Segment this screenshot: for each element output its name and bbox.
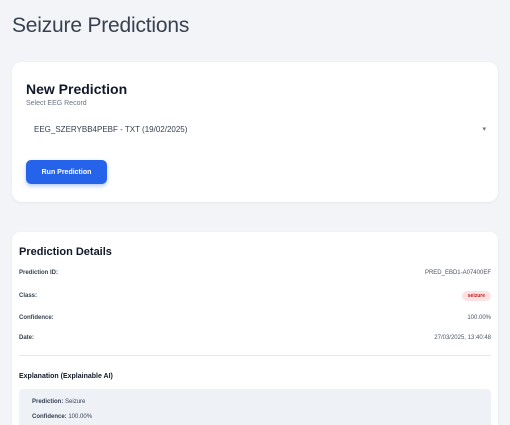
detail-label: Date:	[19, 335, 35, 341]
class-status-badge: seizure	[461, 291, 491, 301]
explanation-prediction-value: Seizure	[65, 399, 86, 405]
new-prediction-card: New Prediction Select EEG Record EEG_SZE…	[12, 62, 498, 202]
detail-row-prediction-id: Prediction ID: PRED_EBD1-A07400EF	[19, 266, 491, 280]
detail-row-confidence: Confidence: 100.00%	[19, 311, 491, 325]
explanation-confidence-value: 100.00%	[68, 414, 93, 420]
run-prediction-button[interactable]: Run Prediction	[26, 160, 107, 184]
detail-row-class: Class: seizure	[19, 289, 491, 303]
prediction-details-card: Prediction Details Prediction ID: PRED_E…	[12, 232, 498, 425]
eeg-record-select-value: EEG_SZERYBB4PEBF - TXT (19/02/2025)	[34, 124, 188, 134]
explanation-prediction-label: Prediction:	[32, 399, 64, 405]
explanation-confidence-label: Confidence:	[32, 414, 67, 420]
detail-label: Confidence:	[19, 315, 54, 321]
date-value: 27/03/2025, 13:40:48	[434, 335, 491, 341]
confidence-value: 100.00%	[467, 315, 491, 321]
new-prediction-heading: New Prediction	[26, 81, 128, 97]
explanation-heading: Explanation (Explainable AI)	[19, 373, 113, 380]
detail-label: Class:	[19, 293, 38, 299]
explanation-panel: Prediction: Seizure Confidence: 100.00%	[19, 389, 491, 425]
detail-row-date: Date: 27/03/2025, 13:40:48	[19, 331, 491, 345]
prediction-id-value: PRED_EBD1-A07400EF	[424, 270, 491, 276]
eeg-record-select-label: Select EEG Record	[26, 100, 87, 107]
detail-label: Prediction ID:	[19, 270, 59, 276]
section-divider	[19, 355, 491, 356]
eeg-record-select[interactable]: EEG_SZERYBB4PEBF - TXT (19/02/2025) ▾	[26, 116, 492, 142]
prediction-details-heading: Prediction Details	[19, 246, 112, 258]
page-title: Seizure Predictions	[12, 14, 190, 37]
explanation-prediction-line: Prediction: Seizure	[32, 399, 85, 405]
explanation-confidence-line: Confidence: 100.00%	[32, 414, 92, 420]
chevron-down-icon: ▾	[482, 126, 486, 133]
